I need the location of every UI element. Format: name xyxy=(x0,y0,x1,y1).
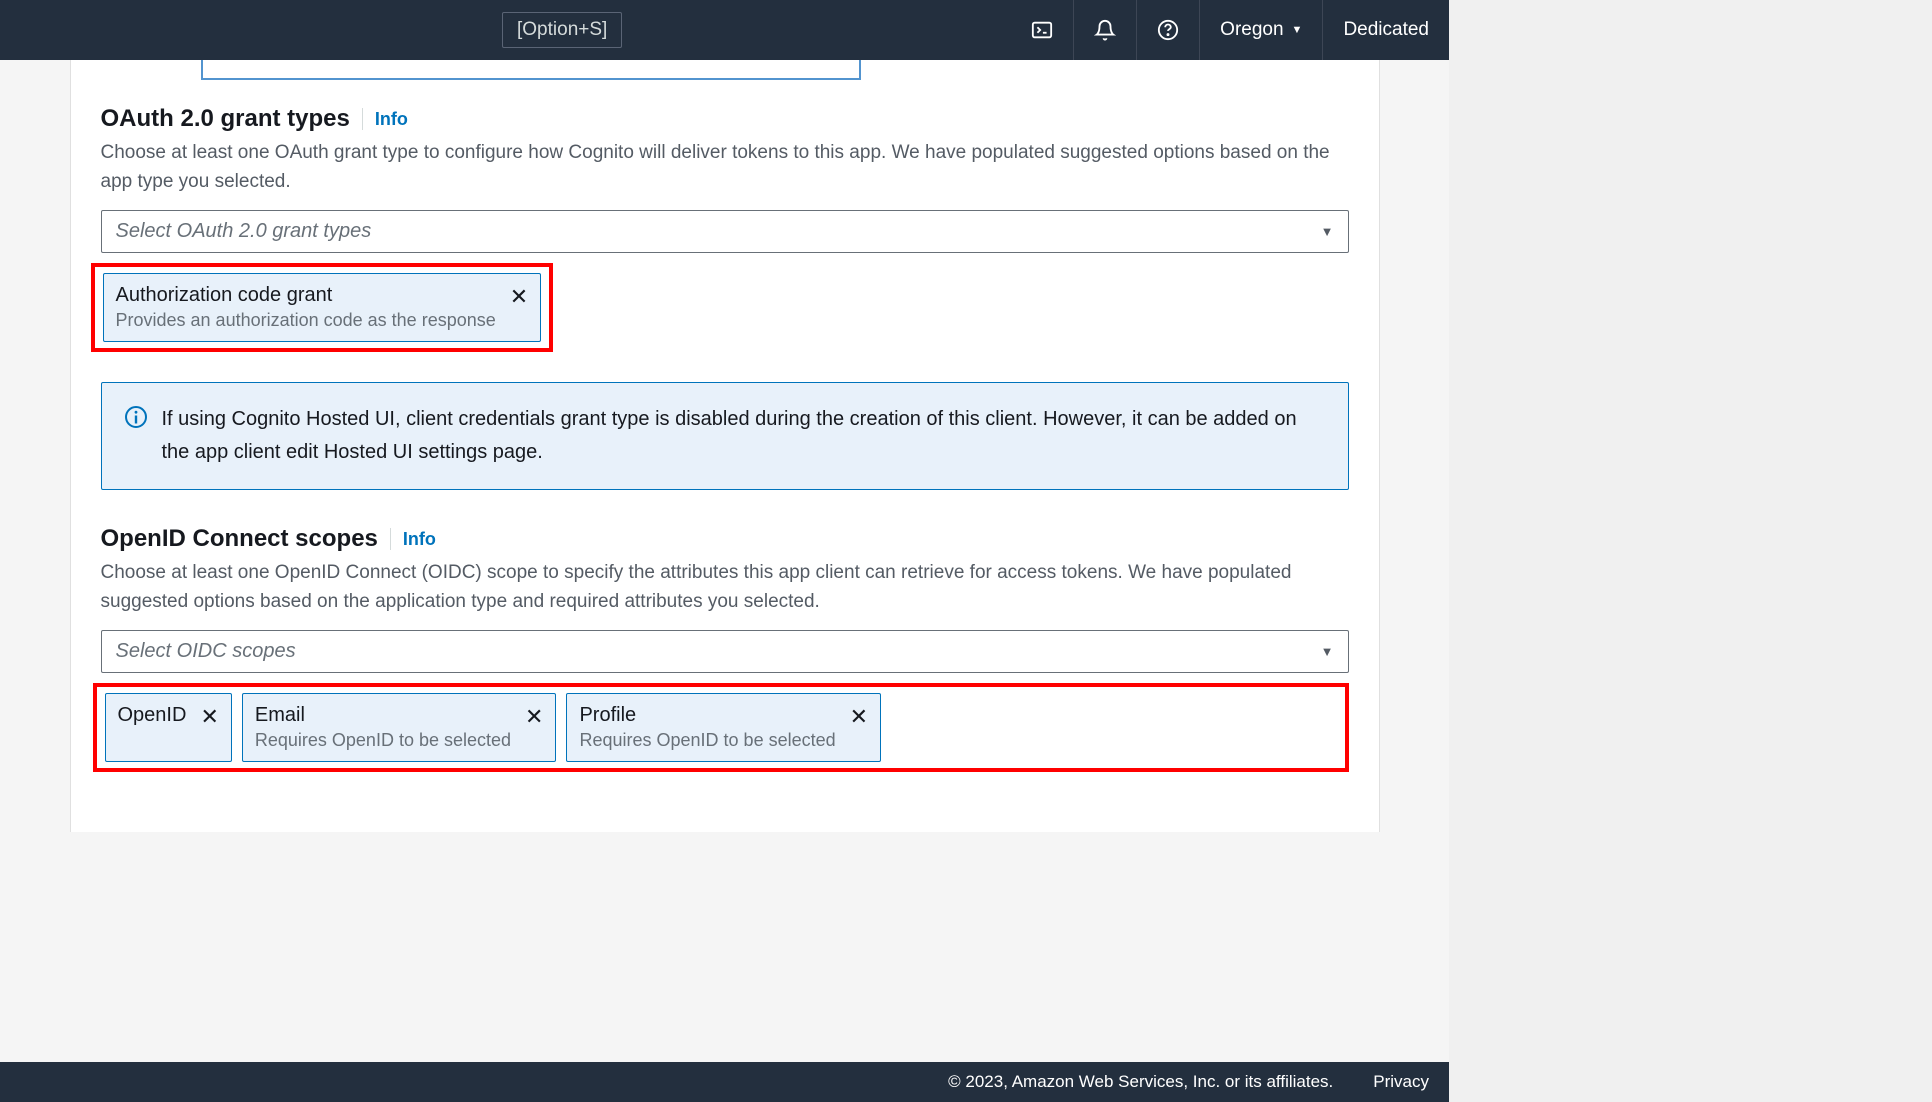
account-label: Dedicated xyxy=(1343,19,1429,41)
keyboard-shortcut-hint: [Option+S] xyxy=(502,12,622,48)
section-description: Choose at least one OAuth grant type to … xyxy=(101,139,1349,196)
tag-body: Authorization code grant Provides an aut… xyxy=(116,284,496,331)
info-link[interactable]: Info xyxy=(403,529,436,550)
grant-types-dropdown[interactable]: Select OAuth 2.0 grant types ▼ xyxy=(101,210,1349,253)
section-header: OAuth 2.0 grant types Info xyxy=(101,105,1349,133)
chevron-down-icon: ▼ xyxy=(1292,24,1303,36)
divider xyxy=(390,528,391,550)
tag-sublabel: Provides an authorization code as the re… xyxy=(116,310,496,331)
highlighted-grant-selection: Authorization code grant Provides an aut… xyxy=(91,263,554,352)
chevron-down-icon: ▼ xyxy=(1321,224,1334,239)
help-icon xyxy=(1157,19,1179,41)
section-title: OAuth 2.0 grant types xyxy=(101,105,350,133)
top-nav-right: Oregon ▼ Dedicated xyxy=(1011,0,1439,60)
section-header: OpenID Connect scopes Info xyxy=(101,525,1349,553)
top-nav-left: [Option+S] xyxy=(0,12,622,48)
scope-tag-profile: Profile Requires OpenID to be selected ✕ xyxy=(566,693,881,762)
chevron-down-icon: ▼ xyxy=(1321,644,1334,659)
tag-sublabel: Requires OpenID to be selected xyxy=(255,730,511,751)
info-icon xyxy=(124,405,148,429)
tag-label: OpenID xyxy=(118,704,187,727)
dropdown-placeholder: Select OIDC scopes xyxy=(116,640,296,663)
scope-tag-openid: OpenID ✕ xyxy=(105,693,232,762)
remove-tag-button[interactable]: ✕ xyxy=(200,706,218,728)
tag-body: Email Requires OpenID to be selected xyxy=(255,704,511,751)
section-title: OpenID Connect scopes xyxy=(101,525,378,553)
oauth-grant-types-section: OAuth 2.0 grant types Info Choose at lea… xyxy=(101,105,1349,490)
tag-sublabel: Requires OpenID to be selected xyxy=(579,730,835,751)
tag-body: OpenID xyxy=(118,704,187,727)
footer: © 2023, Amazon Web Services, Inc. or its… xyxy=(0,1062,1449,1102)
cloudshell-icon xyxy=(1031,19,1053,41)
content-panel: OAuth 2.0 grant types Info Choose at lea… xyxy=(70,60,1380,832)
privacy-link[interactable]: Privacy xyxy=(1373,1072,1429,1092)
section-description: Choose at least one OpenID Connect (OIDC… xyxy=(101,559,1349,616)
account-menu[interactable]: Dedicated xyxy=(1322,0,1439,60)
tag-label: Profile xyxy=(579,704,835,727)
grant-type-tag: Authorization code grant Provides an aut… xyxy=(103,273,542,342)
remove-tag-button[interactable]: ✕ xyxy=(850,706,868,728)
info-link[interactable]: Info xyxy=(375,109,408,130)
remove-tag-button[interactable]: ✕ xyxy=(510,286,528,308)
copyright-text: © 2023, Amazon Web Services, Inc. or its… xyxy=(948,1072,1333,1092)
region-label: Oregon xyxy=(1220,19,1283,41)
bell-icon xyxy=(1094,19,1116,41)
help-button[interactable] xyxy=(1136,0,1199,60)
notifications-button[interactable] xyxy=(1073,0,1136,60)
highlighted-scope-selection: OpenID ✕ Email Requires OpenID to be sel… xyxy=(93,683,1349,772)
cloudshell-button[interactable] xyxy=(1011,0,1073,60)
partial-prior-selection xyxy=(201,60,861,80)
page-body: OAuth 2.0 grant types Info Choose at lea… xyxy=(0,60,1449,1062)
tag-label: Email xyxy=(255,704,511,727)
tag-label: Authorization code grant xyxy=(116,284,496,307)
tag-body: Profile Requires OpenID to be selected xyxy=(579,704,835,751)
info-callout: If using Cognito Hosted UI, client crede… xyxy=(101,382,1349,490)
region-selector[interactable]: Oregon ▼ xyxy=(1199,0,1322,60)
divider xyxy=(362,108,363,130)
top-navigation: [Option+S] Oregon ▼ xyxy=(0,0,1449,60)
dropdown-placeholder: Select OAuth 2.0 grant types xyxy=(116,220,372,243)
scope-tag-email: Email Requires OpenID to be selected ✕ xyxy=(242,693,557,762)
oidc-scopes-dropdown[interactable]: Select OIDC scopes ▼ xyxy=(101,630,1349,673)
oidc-scopes-section: OpenID Connect scopes Info Choose at lea… xyxy=(101,525,1349,772)
callout-text: If using Cognito Hosted UI, client crede… xyxy=(162,403,1326,469)
remove-tag-button[interactable]: ✕ xyxy=(525,706,543,728)
